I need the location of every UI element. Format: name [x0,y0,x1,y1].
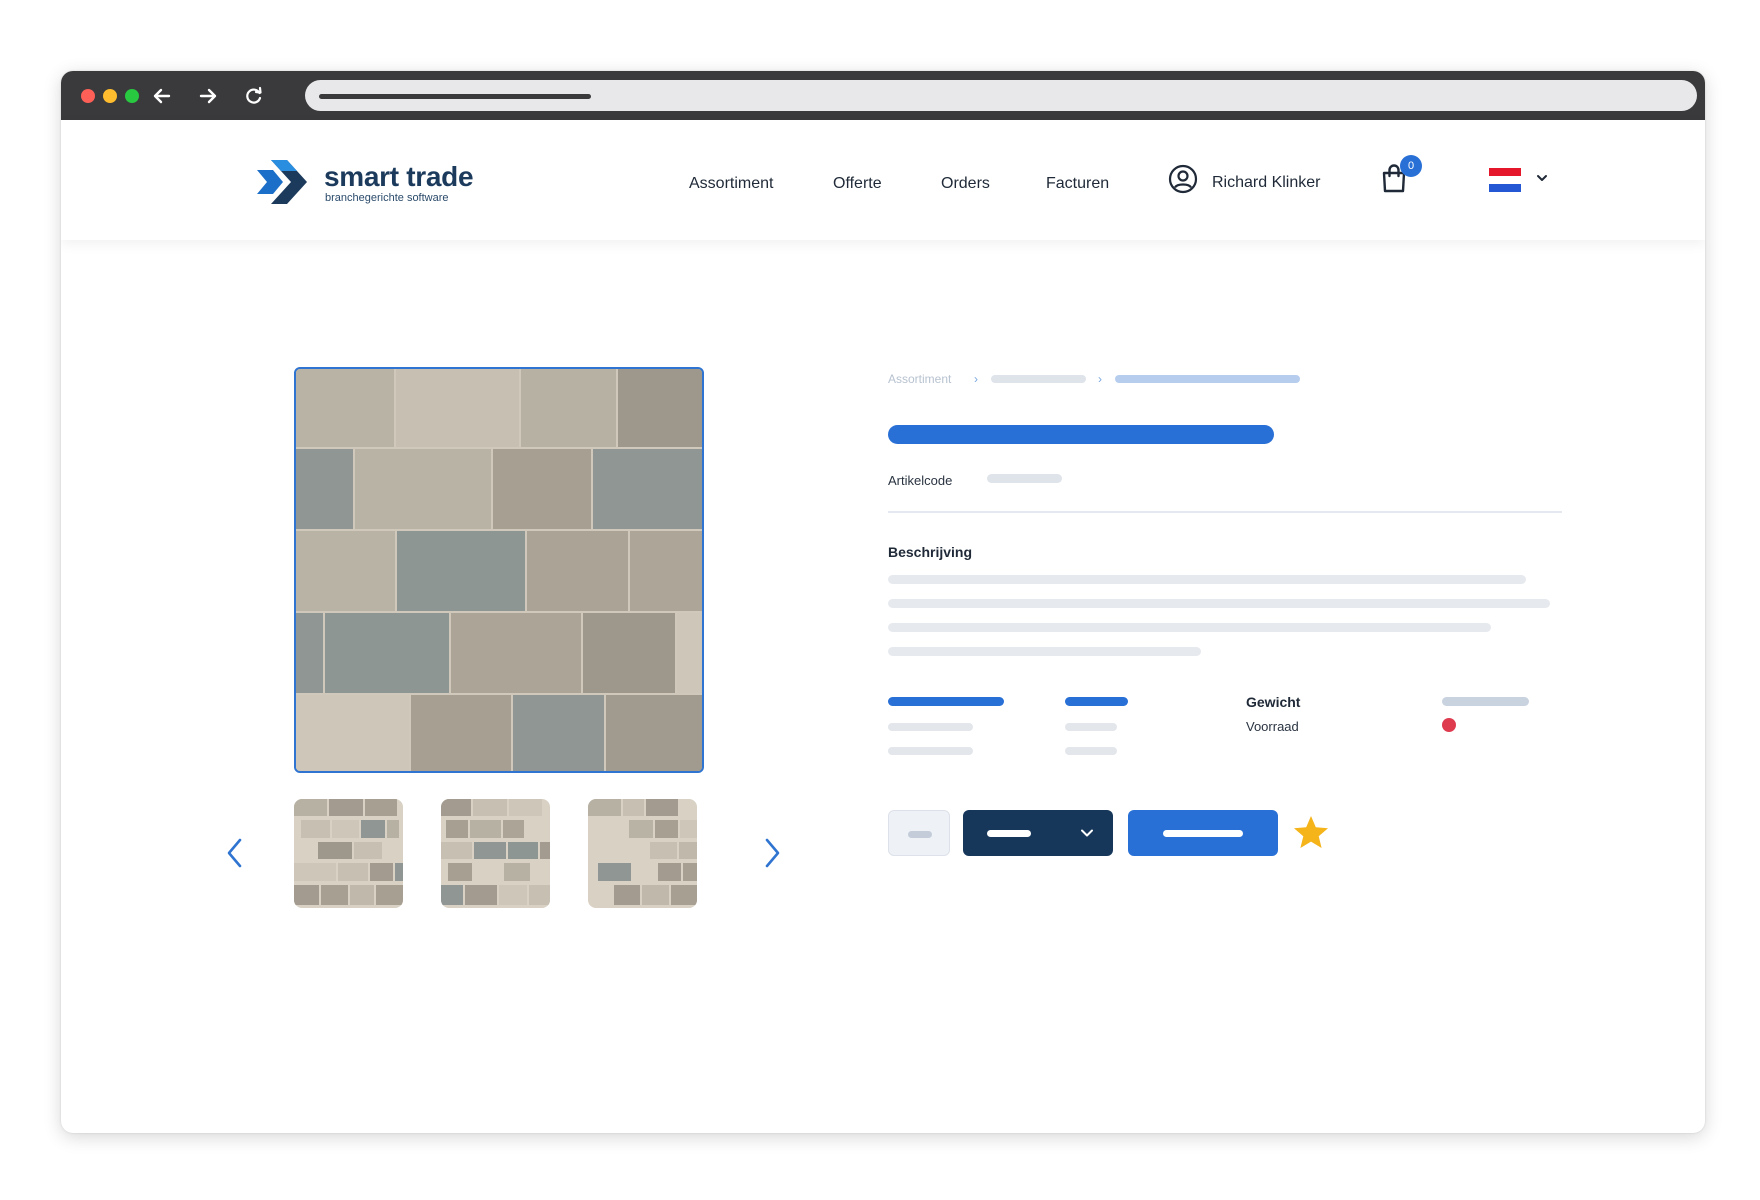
breadcrumb-item-placeholder[interactable] [991,375,1086,383]
unit-select-placeholder [987,830,1031,837]
article-code-placeholder [987,474,1062,483]
site-header: smart trade branchegerichte software Ass… [61,120,1705,240]
quantity-placeholder [908,831,932,838]
logo-tagline: branchegerichte software [325,192,449,204]
user-account-icon[interactable] [1168,164,1198,194]
nav-assortiment[interactable]: Assortiment [689,176,773,192]
stock-status-indicator [1442,718,1456,732]
add-to-cart-label-placeholder [1163,830,1243,837]
quantity-input[interactable] [888,810,950,856]
maximize-window-button[interactable] [125,89,139,103]
spec-heading-placeholder [1065,697,1128,706]
product-thumbnail[interactable] [588,799,697,908]
product-main-image[interactable] [294,367,704,773]
product-title-placeholder [888,425,1274,444]
chevron-down-icon[interactable] [1536,173,1548,183]
browser-titlebar [61,71,1705,120]
address-bar[interactable] [305,80,1697,111]
breadcrumb-separator: › [1098,372,1102,386]
breadcrumb-current-placeholder [1115,375,1300,383]
description-line-placeholder [888,647,1201,656]
spec-value-placeholder [888,723,973,731]
cart-count-badge: 0 [1400,155,1422,177]
spec-value-placeholder [1065,747,1117,755]
minimize-window-button[interactable] [103,89,117,103]
description-line-placeholder [888,575,1526,584]
reload-icon[interactable] [241,83,267,109]
description-heading: Beschrijving [888,544,973,560]
next-image-arrow-icon[interactable] [761,836,783,870]
product-thumbnail[interactable] [294,799,403,908]
description-line-placeholder [888,623,1491,632]
previous-image-arrow-icon[interactable] [224,836,246,870]
close-window-button[interactable] [81,89,95,103]
user-name[interactable]: Richard Klinker [1212,175,1320,191]
section-divider [888,511,1562,513]
spec-value-placeholder [1065,723,1117,731]
add-to-cart-button[interactable] [1128,810,1278,856]
unit-select-dropdown[interactable] [963,810,1113,856]
logo-name: smart trade [324,161,474,192]
netherlands-flag-icon[interactable] [1489,168,1521,192]
smart-trade-logo-icon[interactable] [257,160,309,204]
star-icon[interactable] [1293,815,1329,849]
chevron-down-icon [1081,829,1093,837]
article-code-label: Artikelcode [888,473,953,488]
nav-offerte[interactable]: Offerte [833,176,882,192]
url-placeholder [319,94,591,99]
product-thumbnail[interactable] [441,799,550,908]
back-arrow-icon[interactable] [149,83,175,109]
weight-label: Gewicht [1246,694,1301,710]
weight-value-placeholder [1442,697,1529,706]
breadcrumb-separator: › [974,372,978,386]
spec-value-placeholder [888,747,973,755]
browser-window: smart trade branchegerichte software Ass… [61,71,1705,1133]
forward-arrow-icon[interactable] [195,83,221,109]
nav-facturen[interactable]: Facturen [1046,176,1109,192]
description-line-placeholder [888,599,1550,608]
breadcrumb-assortiment[interactable]: Assortiment [888,373,951,385]
nav-orders[interactable]: Orders [941,176,990,192]
stock-label: Voorraad [1246,719,1299,734]
spec-heading-placeholder [888,697,1004,706]
